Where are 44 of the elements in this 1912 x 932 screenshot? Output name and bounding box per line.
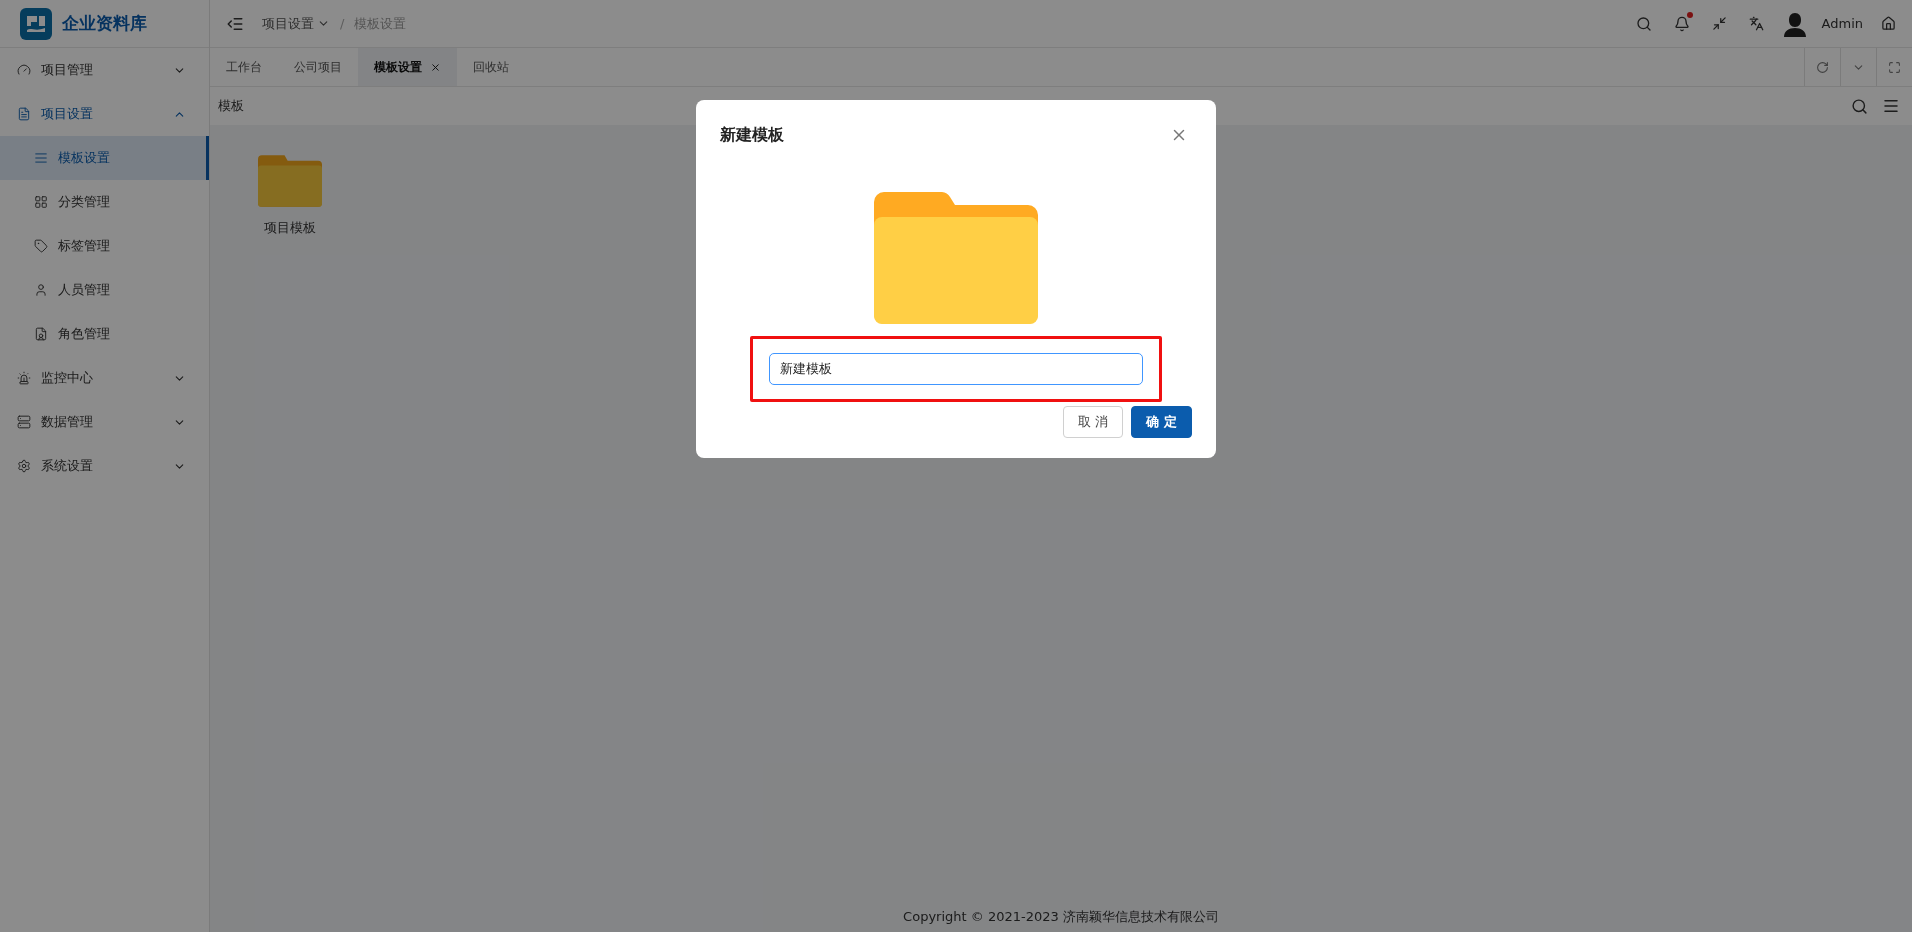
menu-item[interactable]: 项目设置	[0, 92, 209, 136]
menu-item[interactable]: 系统设置	[0, 444, 209, 488]
section-title: 模板	[218, 97, 245, 115]
submenu-item[interactable]: 模板设置	[0, 136, 209, 180]
document-icon	[17, 107, 31, 121]
gauge-icon	[17, 63, 31, 77]
maximize-icon[interactable]	[1888, 60, 1901, 74]
submenu-item[interactable]: 角色管理	[0, 312, 209, 356]
submenu-item[interactable]: 人员管理	[0, 268, 209, 312]
folder-icon	[874, 192, 1038, 324]
app-title: 企业资料库	[62, 12, 147, 35]
tab[interactable]: 模板设置	[358, 48, 457, 86]
grid-icon	[34, 195, 48, 209]
user-icon	[34, 283, 48, 297]
menu-icon[interactable]	[1882, 97, 1900, 115]
logo-icon	[20, 7, 52, 40]
list-icon	[34, 151, 48, 165]
confirm-button[interactable]: 确 定	[1131, 406, 1192, 438]
breadcrumb-separator: /	[340, 16, 345, 31]
tag-icon	[34, 239, 48, 253]
submenu-item[interactable]: 分类管理	[0, 180, 209, 224]
settings-icon	[17, 459, 31, 473]
breadcrumb-item[interactable]: 项目设置	[262, 14, 330, 33]
collapse-arrows-icon[interactable]	[1711, 16, 1727, 31]
home-icon[interactable]	[1881, 16, 1896, 31]
close-icon[interactable]	[430, 61, 441, 73]
menu-item[interactable]: 监控中心	[0, 356, 209, 400]
avatar-icon[interactable]	[1781, 10, 1808, 37]
server-icon	[17, 415, 31, 429]
refresh-icon[interactable]	[1816, 60, 1829, 74]
menu-item[interactable]: 数据管理	[0, 400, 209, 444]
siren-icon	[17, 371, 31, 385]
search-icon[interactable]	[1635, 15, 1652, 32]
id-card-icon	[34, 327, 48, 341]
submenu-item[interactable]: 标签管理	[0, 224, 209, 268]
menu-item[interactable]: 项目管理	[0, 48, 209, 92]
folder-name[interactable]: 项目模板	[264, 219, 316, 237]
dialog-title: 新建模板	[720, 124, 784, 146]
search-icon[interactable]	[1851, 97, 1868, 115]
user-name[interactable]: Admin	[1821, 16, 1863, 31]
cancel-button[interactable]: 取 消	[1063, 406, 1124, 438]
name-input[interactable]: 新建模板	[769, 353, 1143, 385]
copyright-text: Copyright © 2021-2023 济南颖华信息技术有限公司	[903, 908, 1219, 926]
translate-icon[interactable]	[1748, 16, 1764, 31]
